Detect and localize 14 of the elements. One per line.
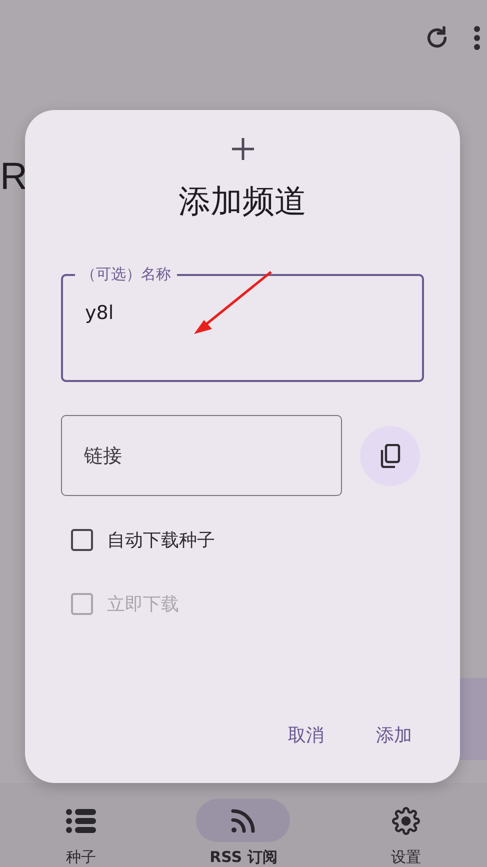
more-icon[interactable] — [473, 25, 481, 51]
nav-item[interactable]: 种子 — [26, 799, 136, 867]
link-field[interactable]: 链接 — [61, 415, 342, 496]
list-icon — [66, 808, 96, 832]
nav-item[interactable]: 设置 — [350, 799, 461, 867]
copy-icon — [379, 444, 401, 468]
dialog-button[interactable]: 添加 — [364, 713, 424, 757]
settings-icon — [392, 806, 420, 834]
checkbox-option[interactable]: 自动下载种子 — [61, 528, 424, 552]
dialog-title: 添加频道 — [178, 181, 306, 222]
dialog-button[interactable]: 取消 — [276, 713, 336, 757]
plus-icon — [232, 138, 254, 160]
page-title: R — [0, 158, 28, 196]
rss-icon — [230, 808, 256, 834]
